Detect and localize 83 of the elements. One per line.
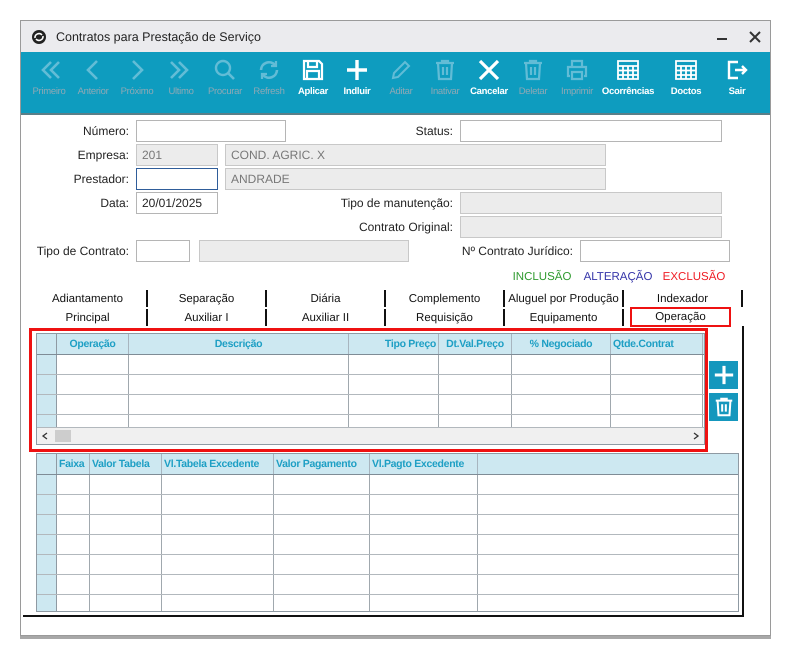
field-label: Contrato Original:: [358, 220, 453, 234]
input-field[interactable]: 201: [136, 144, 218, 166]
column-header[interactable]: Operação: [57, 334, 129, 354]
column-header[interactable]: % Negociado: [512, 334, 611, 354]
input-field[interactable]: [136, 240, 190, 262]
input-field[interactable]: [460, 120, 722, 142]
row-header[interactable]: [37, 575, 57, 594]
input-field[interactable]: 20/01/2025: [136, 192, 218, 214]
column-header[interactable]: Valor Pagamento: [274, 454, 370, 474]
column-header[interactable]: Vl.Tabela Excedente: [162, 454, 274, 474]
trash-icon: [521, 58, 545, 82]
table-icon: [674, 58, 698, 82]
tab[interactable]: Diária: [267, 290, 386, 307]
field-label: Nº Contrato Jurídico:: [460, 244, 573, 258]
input-field[interactable]: [136, 168, 218, 190]
input-field[interactable]: COND. AGRIC. X: [225, 144, 606, 166]
column-header[interactable]: Qtde.Contrat: [611, 334, 703, 354]
minimize-icon: [717, 38, 727, 40]
tab[interactable]: Adiantamento: [29, 290, 148, 307]
horizontal-scrollbar[interactable]: [37, 428, 704, 444]
field-label: Empresa:: [76, 148, 129, 162]
table-icon: [616, 58, 640, 82]
row-header[interactable]: [37, 595, 57, 611]
trash-icon: [433, 58, 457, 82]
plus-icon: [712, 364, 734, 386]
legend-label: INCLUSÃO: [512, 271, 572, 283]
input-field[interactable]: [580, 240, 730, 262]
close-icon: [477, 58, 501, 82]
tab[interactable]: Principal: [29, 309, 148, 326]
pencil-icon: [389, 58, 413, 82]
tab[interactable]: Aluguel por Produção: [505, 290, 624, 307]
column-header[interactable]: Descrição: [129, 334, 349, 354]
toolbar-button[interactable]: Doctos: [657, 52, 715, 113]
toolbar-button[interactable]: Aplicar: [291, 52, 335, 113]
input-field[interactable]: ANDRADE: [225, 168, 606, 190]
column-header[interactable]: Tipo Preço: [349, 334, 439, 354]
exit-icon: [725, 58, 749, 82]
plus-icon: [345, 58, 369, 82]
add-button[interactable]: [709, 361, 738, 389]
scroll-right-icon[interactable]: [692, 432, 700, 440]
close-button[interactable]: [748, 30, 762, 44]
field-label: Data:: [99, 196, 129, 210]
close-icon: [748, 30, 762, 44]
row-header[interactable]: [37, 475, 57, 494]
toolbar-button[interactable]: Ocorrências: [599, 52, 657, 113]
toolbar-button[interactable]: Indluir: [335, 52, 379, 113]
row-header[interactable]: [37, 395, 57, 414]
field-label: Tipo de manutenção:: [340, 196, 453, 210]
tab[interactable]: Auxiliar I: [148, 309, 267, 326]
row-header[interactable]: [37, 375, 57, 394]
tab[interactable]: Equipamento: [505, 309, 624, 326]
field-label: Tipo de Contrato:: [36, 244, 129, 258]
tab[interactable]: Complemento: [386, 290, 505, 307]
scrollbar-thumb[interactable]: [55, 430, 71, 442]
scroll-left-icon[interactable]: [41, 432, 49, 440]
app-logo-icon: [31, 28, 47, 44]
legend-label: ALTERAÇÃO: [582, 271, 654, 283]
column-header[interactable]: Vl.Pagto Excedente: [370, 454, 478, 474]
toolbar-button[interactable]: Sair: [715, 52, 759, 113]
row-header[interactable]: [37, 355, 57, 374]
delete-button[interactable]: [709, 393, 738, 421]
window-title: Contratos para Prestação de Serviço: [56, 30, 262, 44]
column-header[interactable]: Valor Tabela: [90, 454, 162, 474]
tab[interactable]: Separação: [148, 290, 267, 307]
printer-icon: [565, 58, 589, 82]
field-label: Status:: [414, 124, 453, 138]
input-field[interactable]: [136, 120, 286, 142]
tab[interactable]: Auxiliar II: [267, 309, 386, 326]
row-header[interactable]: [37, 555, 57, 574]
field-label: Número:: [82, 124, 129, 138]
row-header[interactable]: [37, 535, 57, 554]
field-label: Prestador:: [72, 172, 129, 186]
toolbar-button[interactable]: Cancelar: [467, 52, 511, 113]
row-header[interactable]: [37, 415, 57, 427]
tab[interactable]: Operação: [630, 307, 731, 327]
column-header[interactable]: Dt.Val.Preço: [439, 334, 512, 354]
tab[interactable]: Requisição: [386, 309, 505, 326]
row-header[interactable]: [37, 515, 57, 534]
search-icon: [213, 58, 237, 82]
column-header[interactable]: Faixa: [57, 454, 90, 474]
refresh-icon: [257, 58, 281, 82]
row-header[interactable]: [37, 495, 57, 514]
legend-label: EXCLUSÃO: [662, 271, 726, 283]
